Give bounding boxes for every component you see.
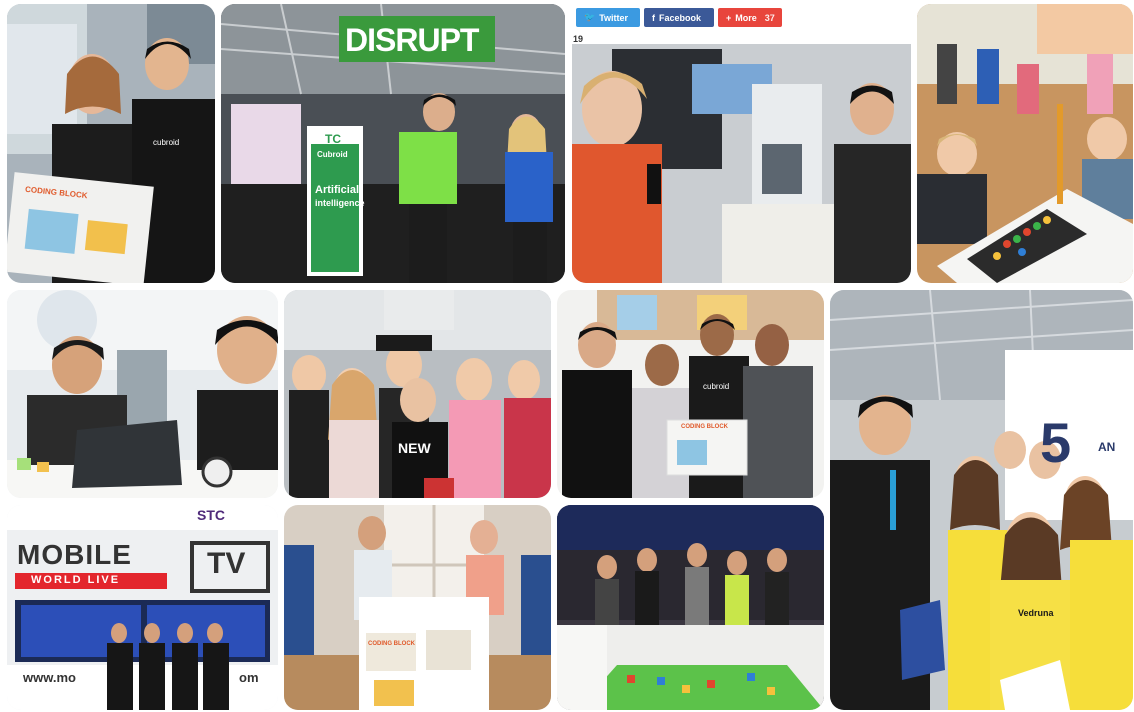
- plus-icon: +: [726, 12, 732, 23]
- url-suffix: om: [239, 670, 259, 685]
- sign-number: 5: [1040, 411, 1072, 474]
- stc-logo: STC: [197, 507, 225, 523]
- photo-interview-at-booth: 🐦 Twitter f Facebook + More 37 19: [572, 4, 911, 283]
- disrupt-banner: DISRUPT: [345, 22, 479, 58]
- photo-tv-studio-coding-block: CODING BLOCK: [284, 505, 551, 710]
- photo-group-of-children: NEW: [284, 290, 551, 498]
- photo-boys-with-tablet: [7, 290, 278, 498]
- tv-label: TV: [207, 547, 246, 580]
- twitter-share-label: Twitter: [599, 12, 629, 23]
- photo-woman-and-man-with-coding-block: CODING BLOCK cubroid: [7, 4, 215, 283]
- sign-tail: AN: [1098, 440, 1116, 454]
- more-share-count: 37: [764, 12, 775, 23]
- photo-students-in-yellow-shirts: 5 AN Vedruna: [830, 290, 1133, 710]
- more-share-label: More: [735, 12, 757, 23]
- shirt-text-new: NEW: [398, 440, 431, 456]
- more-share-button[interactable]: + More 37: [718, 8, 782, 27]
- coding-block-box-label: CODING BLOCK: [368, 641, 415, 647]
- facebook-icon: f: [652, 12, 655, 23]
- url-prefix: www.mo: [23, 670, 76, 685]
- coding-block-sign: CODING BLOCK: [681, 424, 728, 430]
- photo-kids-playing-coding-board: [917, 4, 1133, 283]
- page-number: 19: [573, 34, 584, 44]
- techcrunch-logo: TC: [325, 132, 341, 146]
- world-live-label: WORLD LIVE: [31, 574, 121, 586]
- facebook-share-label: Facebook: [659, 12, 702, 23]
- facebook-share-button[interactable]: f Facebook: [644, 8, 714, 27]
- photo-crowd-at-exhibit: [557, 505, 824, 710]
- twitter-share-button[interactable]: 🐦 Twitter: [576, 8, 640, 27]
- photo-disrupt-booth: DISRUPT TC Cubroid Artificial intelligen…: [221, 4, 565, 283]
- photo-mobile-world-live-tv: STC MOBILE WORLD LIVE TV www.mo om: [7, 505, 278, 710]
- cubroid-logo: Cubroid: [317, 150, 348, 159]
- banner-line-intelligence: intelligence: [315, 198, 365, 208]
- banner-line-artificial: Artificial: [315, 184, 360, 196]
- photo-four-men-with-coding-block: cubroid CODING BLOCK: [557, 290, 824, 498]
- share-toolbar: 🐦 Twitter f Facebook + More 37: [576, 8, 782, 27]
- shirt-logo: cubroid: [153, 138, 180, 147]
- twitter-icon: 🐦: [584, 12, 596, 22]
- mobile-label: MOBILE: [17, 539, 132, 570]
- shirt-logo: cubroid: [703, 382, 730, 391]
- photo-collage: CODING BLOCK cubroid DISRUPT TC Cubroid …: [0, 0, 1134, 712]
- shirt-text-vedruna: Vedruna: [1018, 608, 1054, 618]
